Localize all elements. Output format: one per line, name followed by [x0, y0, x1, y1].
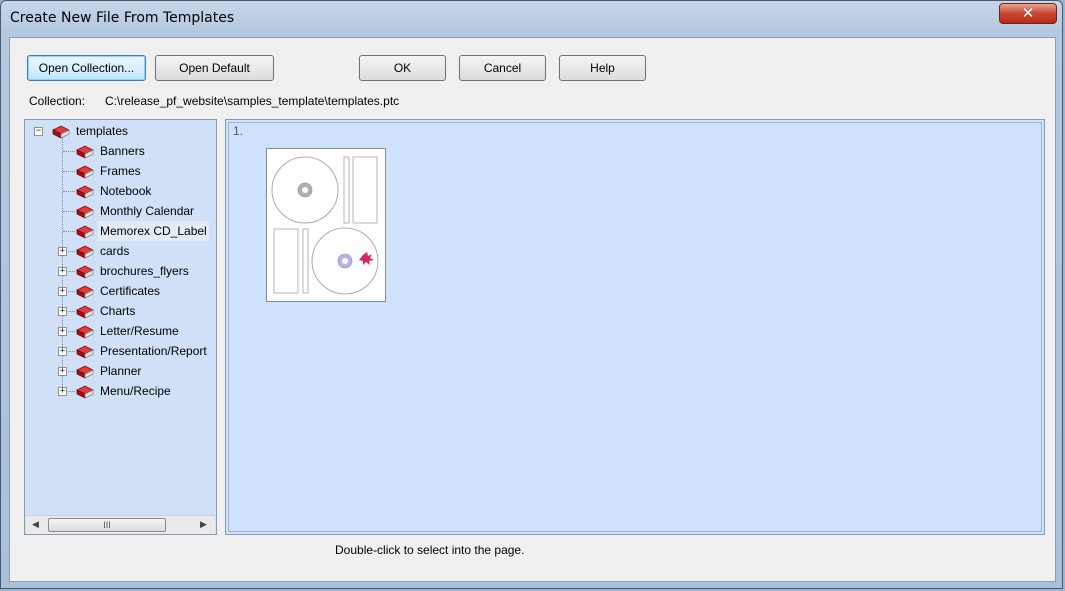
book-icon	[76, 223, 94, 239]
tree-item[interactable]: Monthly Calendar	[25, 201, 215, 221]
tree-item-label: Letter/Resume	[100, 324, 179, 338]
expand-icon[interactable]: +	[58, 347, 67, 356]
expand-icon[interactable]: +	[58, 307, 67, 316]
dialog-window: Create New File From Templates ✕ Open Co…	[0, 0, 1063, 589]
tree-item[interactable]: Memorex CD_Label	[25, 221, 215, 241]
tree-item-label: Monthly Calendar	[100, 204, 195, 218]
book-icon	[76, 343, 94, 359]
preview-item-index: 1.	[233, 124, 244, 138]
collection-label: Collection:	[29, 94, 86, 108]
open-default-button[interactable]: Open Default	[155, 55, 274, 81]
tree-item-label: cards	[100, 244, 130, 258]
tree-item-label: Planner	[100, 364, 142, 378]
cd-label-preview-image	[271, 156, 379, 295]
tree-item-label: brochures_flyers	[100, 264, 189, 278]
tree-item-label: Banners	[100, 144, 145, 158]
tree-item[interactable]: + Planner	[25, 361, 215, 381]
dialog-body: Open Collection... Open Default OK Cance…	[9, 37, 1056, 582]
tree-item[interactable]: + Letter/Resume	[25, 321, 215, 341]
tree-item-label: Certificates	[100, 284, 161, 298]
tree-root-label: templates	[76, 124, 129, 138]
open-collection-button[interactable]: Open Collection...	[27, 55, 146, 81]
tree-item-label: Notebook	[100, 184, 152, 198]
scroll-thumb[interactable]: III	[48, 518, 166, 532]
collection-path: C:\release_pf_website\samples_template\t…	[105, 94, 400, 108]
title-bar[interactable]: Create New File From Templates ✕	[1, 1, 1062, 37]
help-button[interactable]: Help	[559, 55, 646, 81]
tree-root-templates[interactable]: − templates	[25, 121, 215, 141]
tree-item[interactable]: + brochures_flyers	[25, 261, 215, 281]
book-icon	[76, 203, 94, 219]
book-icon	[76, 163, 94, 179]
book-icon	[52, 123, 70, 139]
tree-item-label: Memorex CD_Label	[98, 221, 209, 241]
tree-item-label: Frames	[100, 164, 141, 178]
expand-icon[interactable]: +	[58, 287, 67, 296]
template-tree[interactable]: − templates Banners Frames Notebook Monthly C…	[24, 119, 217, 535]
cancel-button[interactable]: Cancel	[459, 55, 546, 81]
tree-item[interactable]: Banners	[25, 141, 215, 161]
template-thumbnail[interactable]	[266, 148, 386, 302]
tree-item[interactable]: + Menu/Recipe	[25, 381, 215, 401]
book-icon	[76, 183, 94, 199]
tree-horizontal-scrollbar[interactable]: ◀ III ▶	[26, 515, 215, 534]
book-icon	[76, 363, 94, 379]
book-icon	[76, 283, 94, 299]
tree-item[interactable]: Frames	[25, 161, 215, 181]
tree-item-label: Menu/Recipe	[100, 384, 171, 398]
expand-icon[interactable]: +	[58, 267, 67, 276]
book-icon	[76, 303, 94, 319]
ok-button[interactable]: OK	[359, 55, 446, 81]
expand-icon[interactable]: +	[58, 367, 67, 376]
status-hint: Double-click to select into the page.	[335, 543, 525, 557]
tree-item-label: Presentation/Report	[100, 344, 207, 358]
tree-item[interactable]: + Charts	[25, 301, 215, 321]
expand-icon[interactable]: +	[58, 387, 67, 396]
window-title: Create New File From Templates	[10, 10, 235, 26]
tree-item[interactable]: + Certificates	[25, 281, 215, 301]
book-icon	[76, 143, 94, 159]
book-icon	[76, 383, 94, 399]
book-icon	[76, 243, 94, 259]
template-preview-panel[interactable]: 1.	[225, 119, 1045, 535]
collapse-icon[interactable]: −	[34, 127, 43, 136]
close-icon: ✕	[1021, 4, 1035, 22]
tree-item[interactable]: + cards	[25, 241, 215, 261]
book-icon	[76, 263, 94, 279]
scroll-right-icon[interactable]: ▶	[200, 519, 207, 530]
expand-icon[interactable]: +	[58, 247, 67, 256]
scroll-left-icon[interactable]: ◀	[32, 519, 39, 530]
tree-item-label: Charts	[100, 304, 136, 318]
close-button[interactable]: ✕	[999, 3, 1057, 24]
tree-item[interactable]: + Presentation/Report	[25, 341, 215, 361]
book-icon	[76, 323, 94, 339]
tree-item[interactable]: Notebook	[25, 181, 215, 201]
expand-icon[interactable]: +	[58, 327, 67, 336]
